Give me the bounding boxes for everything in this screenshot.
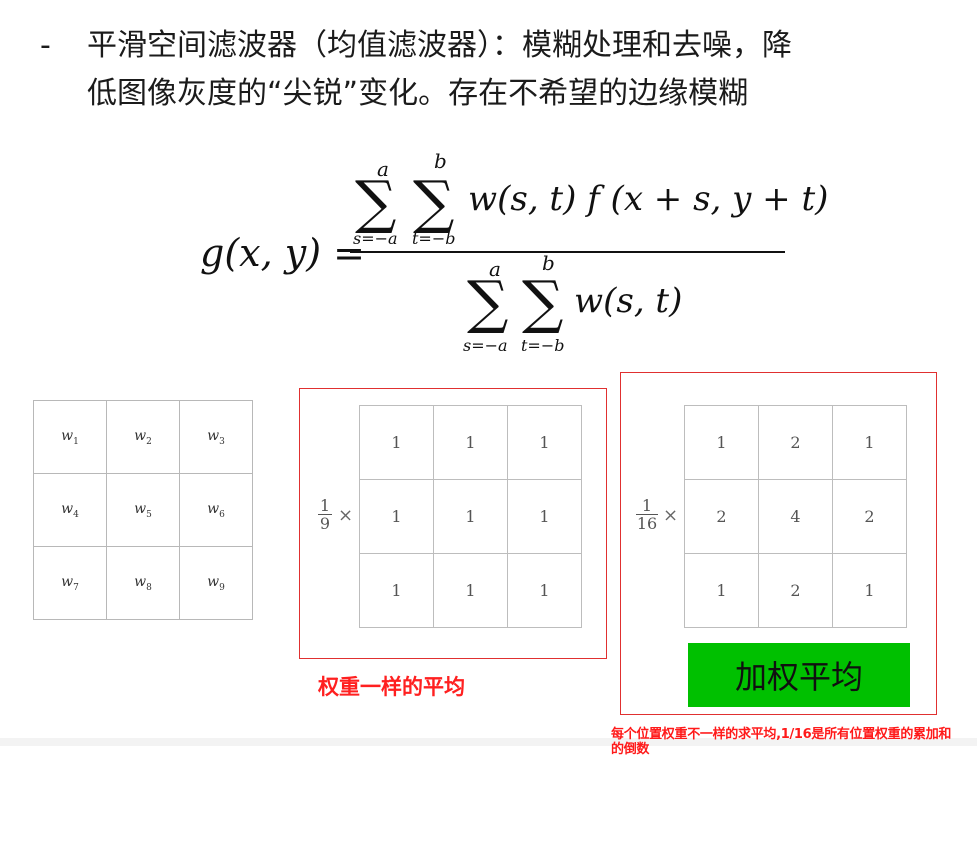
weight-cell: w9: [179, 546, 253, 620]
kernel-cell: 2: [758, 405, 833, 480]
weighted-average-label: 加权平均: [688, 643, 910, 707]
kernel-cell: 2: [758, 553, 833, 628]
sigma-icon: ∑: [355, 168, 396, 236]
weight-cell: w8: [106, 546, 180, 620]
kernel-cell: 2: [684, 479, 759, 554]
multiply-icon: ×: [338, 505, 354, 526]
weight-cell: w1: [33, 400, 107, 474]
weight-cell: w4: [33, 473, 107, 547]
bullet-text: 平滑空间滤波器（均值滤波器）：模糊处理和去噪，降 低图像灰度的“尖锐”变化。存在…: [87, 22, 937, 118]
fraction-numerator: 1: [636, 498, 658, 515]
slide: - 平滑空间滤波器（均值滤波器）：模糊处理和去噪，降 低图像灰度的“尖锐”变化。…: [0, 0, 977, 740]
kernel-cell: 1: [507, 405, 582, 480]
kernel-cell: 1: [433, 553, 508, 628]
numerator-sum-lower-t: t=−b: [412, 229, 455, 248]
weight-cell: w5: [106, 473, 180, 547]
mean-filter-formula: g(x, y) = a ∑ s=−a b ∑ t=−b w(s, t) f (x…: [190, 148, 828, 358]
sigma-icon: ∑: [467, 268, 508, 336]
numerator-term: w(s, t) f (x + s, y + t): [468, 179, 828, 219]
sigma-icon: ∑: [522, 268, 563, 336]
kernel-cell: 1: [359, 479, 434, 554]
multiply-icon: ×: [663, 505, 679, 526]
fraction-denominator: 16: [636, 514, 658, 533]
weight-grid: w1 w2 w3 w4 w5 w6 w7 w8 w9: [33, 400, 253, 620]
formula-lhs: g(x, y) =: [200, 231, 365, 275]
numerator-sum-lower-s: s=−a: [353, 229, 398, 248]
weight-cell: w7: [33, 546, 107, 620]
kernel-cell: 1: [507, 553, 582, 628]
weight-cell: w6: [179, 473, 253, 547]
fraction-numerator: 1: [318, 496, 332, 515]
denominator-sum-lower-t: t=−b: [521, 336, 564, 355]
kernel-cell: 1: [684, 405, 759, 480]
denominator-sum-lower-s: s=−a: [463, 336, 508, 355]
kernel-cell: 1: [359, 405, 434, 480]
weight-cell: w3: [179, 400, 253, 474]
weight-cell: w2: [106, 400, 180, 474]
bullet-line-1: 平滑空间滤波器（均值滤波器）：模糊处理和去噪，降: [87, 28, 792, 63]
formula-svg: g(x, y) = a ∑ s=−a b ∑ t=−b w(s, t) f (x…: [200, 149, 828, 355]
kernel-cell: 1: [359, 553, 434, 628]
box-kernel-grid: 1 1 1 1 1 1 1 1 1: [359, 405, 582, 628]
kernel-cell: 1: [433, 405, 508, 480]
kernel-cell: 4: [758, 479, 833, 554]
sigma-icon: ∑: [413, 168, 454, 236]
bullet-line-2: 低图像灰度的“尖锐”变化。存在不希望的边缘模糊: [87, 76, 749, 111]
denominator-term: w(s, t): [574, 281, 682, 321]
kernel-cell: 1: [507, 479, 582, 554]
kernel-cell: 1: [832, 405, 907, 480]
weighted-average-note: 每个位置权重不一样的求平均,1/16是所有位置权重的累加和的倒数: [611, 727, 952, 757]
bullet-dash: -: [40, 28, 51, 63]
kernel-cell: 2: [832, 479, 907, 554]
kernel-cell: 1: [684, 553, 759, 628]
box-average-caption: 权重一样的平均: [318, 675, 465, 699]
weighted-kernel-grid: 1 2 1 2 4 2 1 2 1: [684, 405, 907, 628]
box-kernel-fraction: 1 9: [318, 498, 332, 533]
weighted-kernel-fraction: 1 16: [636, 498, 658, 533]
kernel-cell: 1: [433, 479, 508, 554]
kernel-cell: 1: [832, 553, 907, 628]
fraction-denominator: 9: [319, 514, 331, 533]
